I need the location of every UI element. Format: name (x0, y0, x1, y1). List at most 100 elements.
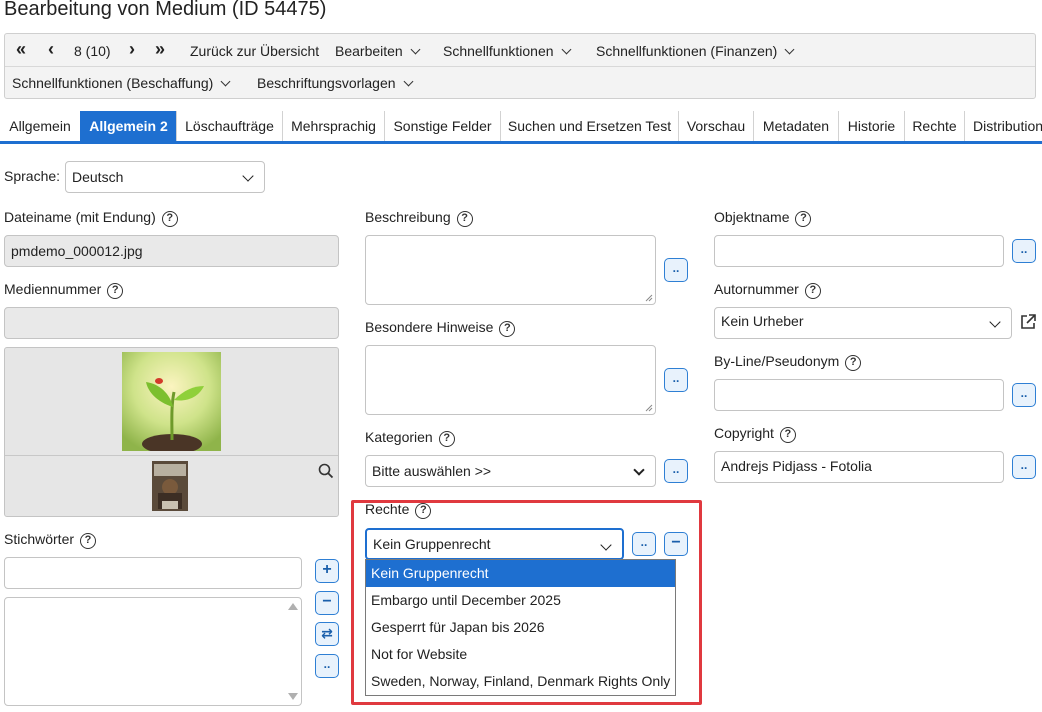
chevron-down-icon (784, 44, 795, 55)
categories-select[interactable]: Bitte auswählen >> (365, 455, 656, 487)
description-label: Beschreibung? (365, 209, 473, 227)
keywords-scrollbar[interactable] (286, 599, 300, 704)
filename-field: pmdemo_000012.jpg (4, 235, 339, 267)
copyright-label: Copyright? (714, 425, 796, 443)
help-icon[interactable]: ? (845, 355, 862, 371)
filename-label-text: Dateiname (mit Endung) (4, 209, 156, 225)
tab-bar: Allgemein Allgemein 2 Löschaufträge Mehr… (0, 111, 1042, 144)
description-more-button[interactable]: .. (664, 258, 688, 282)
filename-label: Dateiname (mit Endung)? (4, 209, 178, 227)
media-number-label: Mediennummer? (4, 281, 124, 299)
object-name-more-button[interactable]: .. (1012, 239, 1036, 263)
byline-label: By-Line/Pseudonym? (714, 353, 862, 371)
media-divider (5, 455, 338, 456)
media-thumbnail[interactable] (122, 352, 221, 454)
first-record-icon[interactable]: « (16, 40, 26, 58)
special-notes-label-text: Besondere Hinweise (365, 319, 494, 335)
tab-rechte[interactable]: Rechte (904, 111, 964, 141)
tab-allgemein[interactable]: Allgemein (0, 111, 80, 141)
menu-label: Beschriftungsvorlagen (257, 75, 396, 91)
tab-suchen-und-ersetzen[interactable]: Suchen und Ersetzen Test (500, 111, 678, 141)
add-keyword-button[interactable]: + (315, 559, 339, 583)
menu-label: Schnellfunktionen (Finanzen) (596, 43, 778, 59)
special-notes-more-button[interactable]: .. (664, 368, 688, 392)
last-record-icon[interactable]: » (155, 40, 165, 58)
author-number-select[interactable]: Kein Urheber (714, 307, 1012, 339)
menu-schnellfunktionen-beschaffung[interactable]: Schnellfunktionen (Beschaffung) (12, 74, 231, 92)
chevron-down-icon (242, 170, 254, 182)
remove-keyword-button[interactable]: − (315, 591, 339, 615)
tab-historie[interactable]: Historie (838, 111, 904, 141)
help-icon[interactable]: ? (804, 283, 821, 299)
help-icon[interactable]: ? (80, 533, 97, 549)
language-select[interactable]: Deutsch (65, 161, 265, 193)
toolbar: « ‹ 8 (10) › » Zurück zur Übersicht Bear… (4, 33, 1036, 99)
language-label: Sprache: (4, 168, 61, 184)
language-value: Deutsch (72, 169, 124, 185)
object-name-label-text: Objektname (714, 209, 790, 225)
keywords-label-text: Stichwörter (4, 531, 75, 547)
tab-vorschau[interactable]: Vorschau (678, 111, 753, 141)
back-to-overview-button[interactable]: Zurück zur Übersicht (190, 42, 319, 60)
categories-value: Bitte auswählen >> (372, 463, 492, 479)
menu-label: Schnellfunktionen (443, 43, 554, 59)
scroll-down-icon[interactable] (288, 693, 298, 700)
special-notes-textarea[interactable] (365, 345, 656, 415)
scroll-up-icon[interactable] (288, 603, 298, 610)
categories-label: Kategorien? (365, 429, 455, 447)
chevron-down-icon (403, 76, 413, 87)
byline-more-button[interactable]: .. (1012, 383, 1036, 407)
search-icon[interactable] (318, 463, 334, 479)
menu-schnellfunktionen-finanzen[interactable]: Schnellfunktionen (Finanzen) (596, 42, 795, 60)
help-icon[interactable]: ? (107, 283, 124, 299)
help-icon[interactable]: ? (161, 211, 178, 227)
tab-allgemein-2[interactable]: Allgemein 2 (80, 111, 176, 141)
tab-metadaten[interactable]: Metadaten (753, 111, 838, 141)
copyright-label-text: Copyright (714, 425, 774, 441)
tab-loeschauftraege[interactable]: Löschaufträge (176, 111, 282, 141)
chevron-down-icon (220, 76, 231, 87)
menu-bearbeiten[interactable]: Bearbeiten (335, 42, 421, 60)
media-preview-box (4, 347, 339, 517)
author-number-value: Kein Urheber (721, 313, 804, 329)
categories-more-button[interactable]: .. (664, 459, 688, 483)
menu-label: Schnellfunktionen (Beschaffung) (12, 75, 214, 91)
object-name-label: Objektname? (714, 209, 812, 227)
help-icon[interactable]: ? (438, 431, 455, 447)
tab-mehrsprachig[interactable]: Mehrsprachig (282, 111, 384, 141)
keywords-more-button[interactable]: .. (315, 654, 339, 678)
menu-beschriftungsvorlagen[interactable]: Beschriftungsvorlagen (257, 74, 413, 92)
tab-sonstige-felder[interactable]: Sonstige Felder (384, 111, 500, 141)
media-number-label-text: Mediennummer (4, 281, 102, 297)
help-icon[interactable]: ? (779, 427, 796, 443)
object-name-input[interactable] (714, 235, 1004, 267)
help-icon[interactable]: ? (499, 321, 516, 337)
keywords-list[interactable] (4, 597, 302, 706)
chevron-down-icon (989, 316, 1001, 328)
rights-highlight-frame (351, 500, 702, 705)
tab-distribution[interactable]: Distribution (964, 111, 1042, 141)
chevron-down-icon (410, 44, 421, 55)
author-number-label: Autornummer? (714, 281, 821, 299)
copyright-more-button[interactable]: .. (1012, 455, 1036, 479)
help-icon[interactable]: ? (795, 211, 812, 227)
keyword-input[interactable] (4, 557, 302, 589)
menu-schnellfunktionen[interactable]: Schnellfunktionen (443, 42, 571, 60)
page-title: Bearbeitung von Medium (ID 54475) (4, 0, 327, 20)
keywords-label: Stichwörter? (4, 531, 97, 549)
resize-grip-icon[interactable] (645, 294, 653, 302)
swap-keywords-button[interactable]: ⇄ (315, 622, 339, 646)
external-link-icon[interactable] (1019, 313, 1037, 331)
next-record-icon[interactable]: › (129, 40, 135, 58)
media-number-field (4, 307, 339, 339)
special-notes-label: Besondere Hinweise? (365, 319, 516, 337)
help-icon[interactable]: ? (456, 211, 473, 227)
byline-input[interactable] (714, 379, 1004, 411)
copyright-input[interactable]: Andrejs Pidjass - Fotolia (714, 451, 1004, 483)
byline-label-text: By-Line/Pseudonym (714, 353, 840, 369)
media-secondary-thumbnail[interactable] (152, 461, 188, 511)
description-textarea[interactable] (365, 235, 656, 305)
resize-grip-icon[interactable] (645, 404, 653, 412)
author-number-label-text: Autornummer (714, 281, 799, 297)
previous-record-icon[interactable]: ‹ (48, 40, 54, 58)
